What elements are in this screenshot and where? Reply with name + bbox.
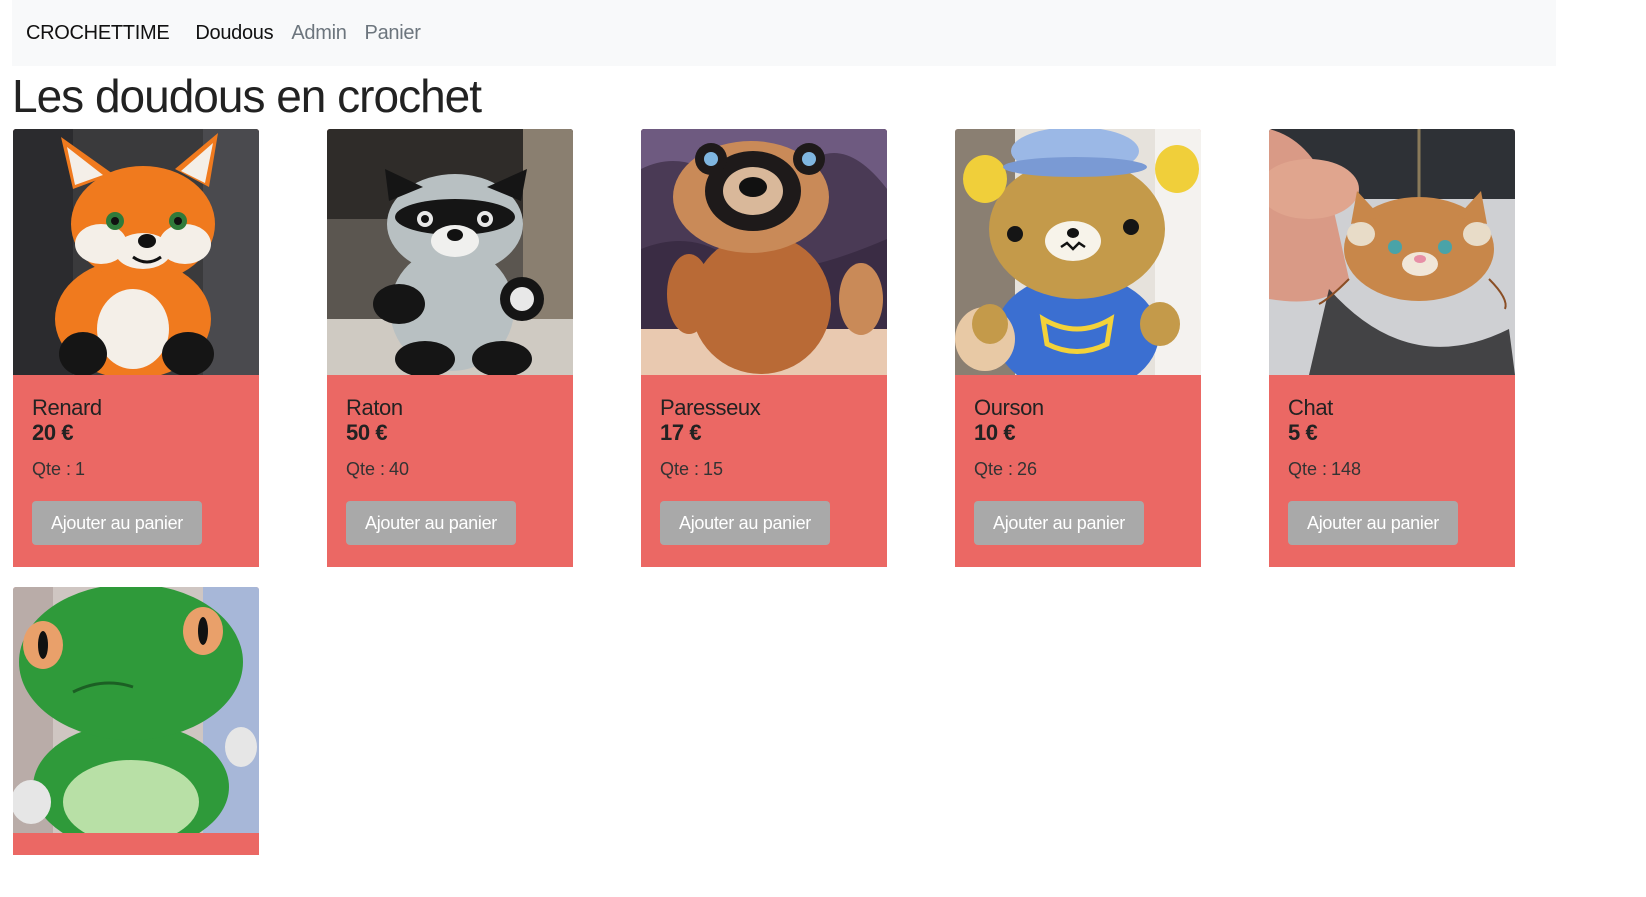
nav-link-panier[interactable]: Panier — [365, 22, 421, 45]
product-name: Ourson — [974, 395, 1044, 420]
card-body: Renard 20 € Qte :1 Ajouter au panier — [13, 375, 259, 545]
product-image-bear[interactable] — [955, 129, 1201, 375]
nav-links: Doudous Admin Panier — [195, 22, 438, 45]
add-to-cart-button[interactable]: Ajouter au panier — [346, 501, 516, 545]
quantity-label: Qte : — [346, 459, 386, 479]
navbar: CROCHETTIME Doudous Admin Panier — [12, 0, 1556, 66]
quantity-value: 26 — [1017, 459, 1038, 479]
product-name: Paresseux — [660, 395, 761, 420]
card-body: Ourson 10 € Qte :26 Ajouter au panier — [955, 375, 1201, 545]
quantity-value: 1 — [75, 459, 86, 479]
add-to-cart-button[interactable]: Ajouter au panier — [660, 501, 830, 545]
product-name: Chat — [1288, 395, 1333, 420]
product-image-fox[interactable] — [13, 129, 259, 375]
product-image-frog[interactable] — [13, 587, 259, 833]
product-card: Renard 20 € Qte :1 Ajouter au panier — [13, 129, 259, 567]
brand-link[interactable]: CROCHETTIME — [26, 22, 170, 45]
product-card — [13, 587, 259, 855]
product-price: 10 € — [974, 420, 1016, 445]
product-quantity: Qte :148 — [1288, 457, 1496, 481]
card-body: Raton 50 € Qte :40 Ajouter au panier — [327, 375, 573, 545]
quantity-label: Qte : — [660, 459, 700, 479]
product-card: Raton 50 € Qte :40 Ajouter au panier — [327, 129, 573, 567]
card-body: Chat 5 € Qte :148 Ajouter au panier — [1269, 375, 1515, 545]
product-name: Raton — [346, 395, 403, 420]
product-image-sloth[interactable] — [641, 129, 887, 375]
product-image-cat[interactable] — [1269, 129, 1515, 375]
product-quantity: Qte :15 — [660, 457, 868, 481]
add-to-cart-button[interactable]: Ajouter au panier — [974, 501, 1144, 545]
product-name: Renard — [32, 395, 102, 420]
page-title: Les doudous en crochet — [12, 70, 482, 122]
quantity-label: Qte : — [974, 459, 1014, 479]
card-body: Paresseux 17 € Qte :15 Ajouter au panier — [641, 375, 887, 545]
quantity-value: 15 — [703, 459, 724, 479]
quantity-label: Qte : — [32, 459, 72, 479]
add-to-cart-button[interactable]: Ajouter au panier — [32, 501, 202, 545]
add-to-cart-button[interactable]: Ajouter au panier — [1288, 501, 1458, 545]
product-quantity: Qte :40 — [346, 457, 554, 481]
product-card: Ourson 10 € Qte :26 Ajouter au panier — [955, 129, 1201, 567]
product-card: Chat 5 € Qte :148 Ajouter au panier — [1269, 129, 1515, 567]
quantity-value: 148 — [1331, 459, 1362, 479]
product-price: 50 € — [346, 420, 388, 445]
product-price: 5 € — [1288, 420, 1318, 445]
product-grid: Renard 20 € Qte :1 Ajouter au panier Rat… — [13, 129, 1553, 855]
product-quantity: Qte :26 — [974, 457, 1182, 481]
nav-link-admin[interactable]: Admin — [291, 22, 347, 45]
product-image-raccoon[interactable] — [327, 129, 573, 375]
product-price: 17 € — [660, 420, 702, 445]
product-price: 20 € — [32, 420, 74, 445]
nav-link-doudous[interactable]: Doudous — [195, 22, 273, 45]
quantity-label: Qte : — [1288, 459, 1328, 479]
product-quantity: Qte :1 — [32, 457, 240, 481]
product-card: Paresseux 17 € Qte :15 Ajouter au panier — [641, 129, 887, 567]
quantity-value: 40 — [389, 459, 410, 479]
